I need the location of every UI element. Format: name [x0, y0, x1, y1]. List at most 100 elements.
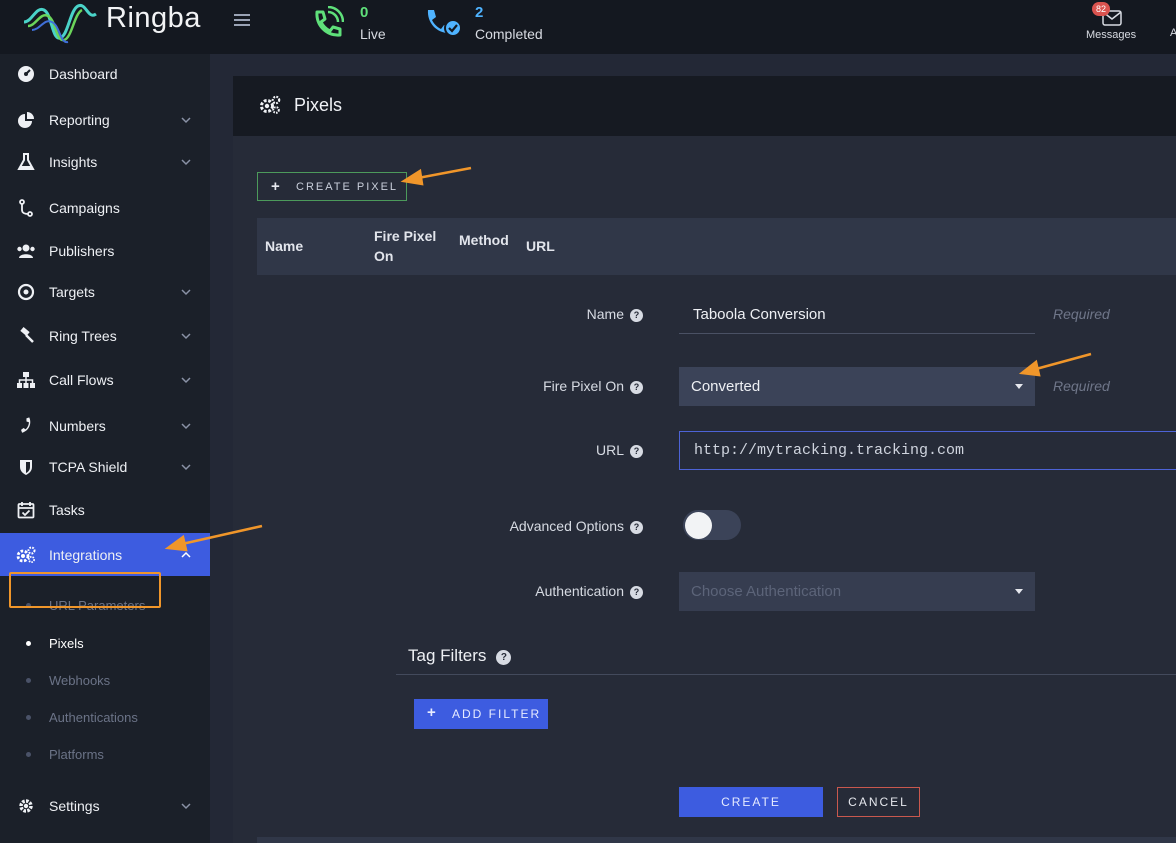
pixels-highlight-box	[9, 572, 161, 608]
completed-calls-stat[interactable]: 2 Completed	[423, 2, 563, 46]
sidebar-item-ring-trees[interactable]: Ring Trees	[0, 316, 210, 356]
completed-label: Completed	[475, 26, 543, 42]
sidebar-subitem-authentications[interactable]: Authentications	[0, 702, 210, 732]
url-field-wrapper	[679, 431, 1176, 470]
cogs-icon	[16, 545, 36, 565]
tag-filters-title: Tag Filters	[408, 646, 487, 665]
users-icon	[16, 241, 36, 261]
advanced-options-label: Advanced Options?	[510, 518, 643, 534]
brand-logo[interactable]: Ringba	[22, 0, 200, 46]
fire-pixel-on-label-text: Fire Pixel On	[543, 378, 624, 394]
sidebar-subitem-label: Authentications	[49, 709, 138, 725]
create-pixel-button[interactable]: + CREATE PIXEL	[257, 172, 407, 201]
messages-label: Messages	[1086, 29, 1137, 41]
live-calls-stat[interactable]: 0 Live	[308, 2, 408, 46]
sidebar-item-call-flows[interactable]: Call Flows	[0, 360, 210, 400]
name-label: Name?	[587, 306, 643, 322]
authentication-placeholder: Choose Authentication	[691, 583, 842, 600]
target-icon	[16, 282, 36, 302]
cogs-icon	[260, 95, 281, 114]
help-icon[interactable]: ?	[630, 381, 643, 394]
chevron-up-icon	[181, 551, 191, 558]
sitemap-icon	[16, 370, 36, 390]
column-header-url[interactable]: URL	[526, 236, 555, 256]
toggle-knob	[685, 512, 712, 539]
ringba-wave-icon	[23, 3, 97, 44]
fire-pixel-on-select[interactable]: Converted	[679, 367, 1035, 406]
url-input[interactable]	[680, 432, 1176, 469]
plus-icon: +	[427, 704, 436, 721]
top-bar: Ringba 0 Live 2 Completed 82 Messages A	[0, 0, 1176, 54]
sidebar-item-label: Integrations	[49, 546, 123, 563]
sidebar-item-integrations[interactable]: Integrations	[0, 533, 210, 576]
add-filter-button[interactable]: + ADD FILTER	[414, 699, 548, 729]
help-icon[interactable]: ?	[630, 445, 643, 458]
help-icon[interactable]: ?	[630, 521, 643, 534]
messages-badge: 82	[1092, 2, 1110, 16]
sidebar-subitem-label: Pixels	[49, 635, 84, 651]
sidebar-subitem-label: Webhooks	[49, 672, 111, 688]
sidebar-subitem-pixels[interactable]: Pixels	[0, 628, 210, 658]
url-label: URL?	[596, 442, 643, 458]
authentication-label: Authentication?	[535, 583, 643, 599]
help-icon[interactable]: ?	[630, 586, 643, 599]
bullet-icon	[26, 640, 31, 646]
create-pixel-label: CREATE PIXEL	[296, 181, 399, 193]
sidebar-item-label: Settings	[49, 798, 100, 814]
sidebar-item-dashboard[interactable]: Dashboard	[0, 54, 210, 94]
sidebar-item-tcpa-shield[interactable]: TCPA Shield	[0, 447, 210, 487]
phone-ringing-icon	[315, 6, 344, 37]
sidebar-item-label: Targets	[49, 284, 95, 300]
sidebar-item-label: Dashboard	[49, 66, 118, 82]
create-button[interactable]: CREATE	[679, 787, 823, 817]
live-label: Live	[360, 26, 386, 42]
column-header-fire-pixel-on[interactable]: Fire Pixel On	[374, 226, 436, 266]
sidebar-subitem-platforms[interactable]: Platforms	[0, 739, 210, 769]
help-icon[interactable]: ?	[496, 650, 512, 665]
shield-icon	[16, 457, 36, 477]
sidebar-item-numbers[interactable]: Numbers	[0, 406, 210, 446]
tag-filters-heading: Tag Filters?	[408, 646, 512, 666]
sidebar-item-reporting[interactable]: Reporting	[0, 100, 210, 140]
name-required-hint: Required	[1053, 306, 1110, 322]
sidebar-item-settings[interactable]: Settings	[0, 786, 210, 826]
sidebar-item-campaigns[interactable]: Campaigns	[0, 188, 210, 228]
cancel-button[interactable]: CANCEL	[837, 787, 920, 817]
pixels-table-header: Name Fire Pixel On Method URL	[257, 218, 1176, 275]
account-menu-label[interactable]: A	[1170, 27, 1176, 39]
sidebar-item-publishers[interactable]: Publishers	[0, 231, 210, 271]
pixels-panel: + CREATE PIXEL Name Fire Pixel On Method…	[233, 136, 1176, 843]
bullet-icon	[26, 714, 31, 720]
help-icon[interactable]: ?	[630, 309, 643, 322]
pie-chart-icon	[16, 110, 36, 130]
sidebar-item-label: Numbers	[49, 418, 106, 434]
advanced-options-toggle[interactable]	[683, 510, 741, 540]
column-header-method[interactable]: Method	[459, 230, 509, 250]
sidebar-item-targets[interactable]: Targets	[0, 272, 210, 312]
sidebar-subitem-label: Platforms	[49, 746, 104, 762]
advanced-options-label-text: Advanced Options	[509, 518, 624, 534]
name-input[interactable]	[679, 296, 1035, 332]
menu-toggle-icon[interactable]	[234, 14, 250, 28]
messages-button[interactable]: 82 Messages	[1086, 2, 1142, 48]
main-content: Pixels + CREATE PIXEL Name Fire Pixel On…	[210, 54, 1176, 843]
bullet-icon	[26, 751, 31, 757]
column-header-fire-line2: On	[374, 248, 394, 264]
sidebar-item-label: Reporting	[49, 112, 110, 128]
live-count: 0	[360, 4, 369, 21]
chevron-down-icon	[181, 377, 191, 384]
sidebar-item-label: TCPA Shield	[49, 459, 128, 475]
column-header-name[interactable]: Name	[265, 236, 303, 256]
name-label-text: Name	[586, 306, 624, 322]
sidebar-item-tasks[interactable]: Tasks	[0, 490, 210, 530]
caret-down-icon	[1015, 384, 1023, 389]
sidebar-item-insights[interactable]: Insights	[0, 142, 210, 182]
fire-pixel-on-required-hint: Required	[1053, 378, 1110, 394]
sidebar-subitem-webhooks[interactable]: Webhooks	[0, 665, 210, 695]
sidebar-item-label: Publishers	[49, 243, 115, 259]
chevron-down-icon	[181, 464, 191, 471]
phone-icon	[16, 416, 36, 436]
authentication-select[interactable]: Choose Authentication	[679, 572, 1035, 611]
chevron-down-icon	[181, 159, 191, 166]
page-header: Pixels	[233, 76, 1176, 136]
